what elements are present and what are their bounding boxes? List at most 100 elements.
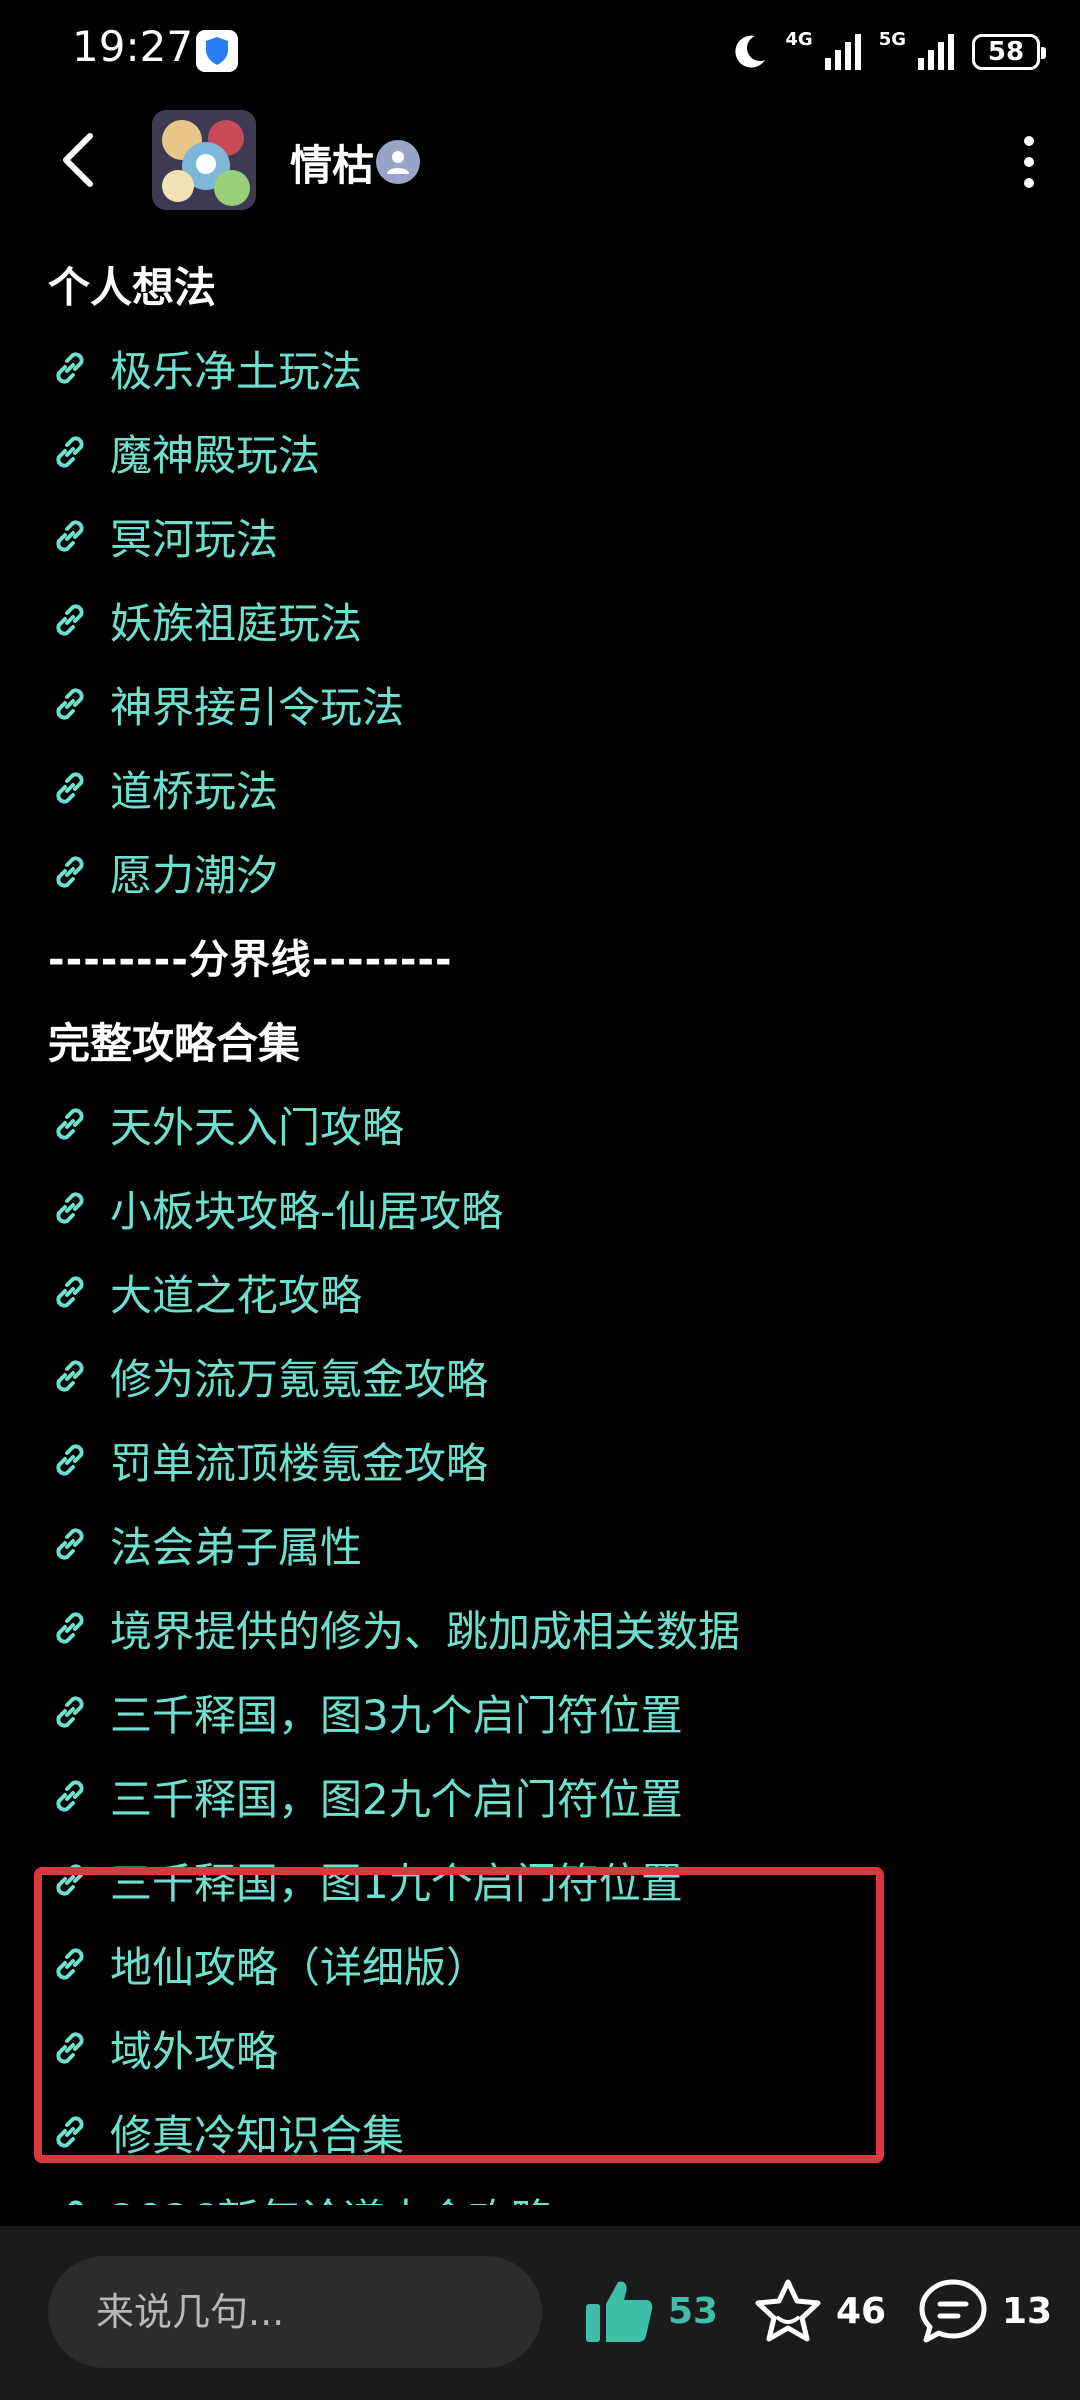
link-text[interactable]: 极乐净土玩法: [110, 338, 362, 399]
link-icon: [56, 688, 84, 720]
link-icon: [56, 604, 84, 636]
like-button[interactable]: 53: [584, 2266, 718, 2356]
link-item[interactable]: 三千释国，图1九个启门符位置: [48, 1838, 683, 1922]
shield-icon: [196, 30, 238, 72]
link-icon: [56, 2116, 84, 2148]
battery-icon: 58: [972, 34, 1046, 70]
link-text[interactable]: 2026新年论道大会攻略: [110, 2186, 553, 2206]
like-count: 53: [668, 2290, 719, 2332]
link-item[interactable]: 地仙攻略（详细版）: [48, 1922, 488, 2006]
link-item[interactable]: 大道之花攻略: [48, 1250, 362, 1334]
link-icon: [56, 2032, 84, 2064]
link-item[interactable]: 修真冷知识合集: [48, 2090, 404, 2174]
link-text[interactable]: 罚单流顶楼氪金攻略: [110, 1430, 488, 1491]
verified-badge-icon: [376, 140, 420, 184]
link-item[interactable]: 妖族祖庭玩法: [48, 578, 362, 662]
link-icon: [56, 436, 84, 468]
link-icon: [56, 1276, 84, 1308]
section-title-ideas: 个人想法: [48, 242, 216, 326]
status-icons: 4G 5G 58: [729, 24, 1046, 80]
favorite-button[interactable]: 46: [754, 2266, 886, 2356]
link-icon: [56, 1192, 84, 1224]
link-icon: [56, 1108, 84, 1140]
link-item[interactable]: 2026新年论道大会攻略: [48, 2174, 553, 2205]
comment-button[interactable]: 13: [918, 2266, 1052, 2356]
link-text[interactable]: 修为流万氪氪金攻略: [110, 1346, 488, 1407]
link-text[interactable]: 神界接引令玩法: [110, 674, 404, 735]
link-icon: [56, 1864, 84, 1896]
link-item[interactable]: 三千释国，图2九个启门符位置: [48, 1754, 683, 1838]
link-item[interactable]: 极乐净土玩法: [48, 326, 362, 410]
link-item[interactable]: 三千释国，图3九个启门符位置: [48, 1670, 683, 1754]
signal-icon: [824, 34, 861, 70]
link-icon: [56, 1780, 84, 1812]
more-dot-icon: [1024, 157, 1034, 167]
battery-level: 58: [987, 37, 1025, 67]
thumbs-up-icon: [586, 2281, 653, 2342]
link-icon: [56, 1948, 84, 1980]
link-icon: [56, 1360, 84, 1392]
link-text[interactable]: 三千释国，图2九个启门符位置: [110, 1766, 683, 1827]
link-item[interactable]: 魔神殿玩法: [48, 410, 320, 494]
link-item[interactable]: 小板块攻略-仙居攻略: [48, 1166, 503, 1250]
link-text[interactable]: 三千释国，图1九个启门符位置: [110, 1850, 683, 1911]
more-options-button[interactable]: [1014, 136, 1044, 188]
link-item[interactable]: 天外天入门攻略: [48, 1082, 404, 1166]
header: 情枯: [0, 110, 1080, 210]
link-icon: [56, 1696, 84, 1728]
link-icon: [56, 352, 84, 384]
link-item[interactable]: 修为流万氪氪金攻略: [48, 1334, 488, 1418]
network-label-4g: 4G: [785, 29, 813, 50]
moon-icon: [735, 35, 766, 68]
link-item[interactable]: 域外攻略: [48, 2006, 278, 2090]
link-text[interactable]: 三千释国，图3九个启门符位置: [110, 1682, 683, 1743]
section-heading: 个人想法: [48, 262, 217, 312]
favorite-count: 46: [836, 2290, 887, 2332]
link-text[interactable]: 天外天入门攻略: [110, 1094, 404, 1155]
link-item[interactable]: 道桥玩法: [48, 746, 278, 830]
back-arrow-icon: [63, 133, 93, 187]
link-item[interactable]: 境界提供的修为、跳加成相关数据: [48, 1586, 740, 1670]
link-text[interactable]: 小板块攻略-仙居攻略: [110, 1178, 503, 1239]
more-dot-icon: [1024, 136, 1034, 146]
divider: --------分界线--------: [48, 914, 453, 998]
signal-icon-2: [918, 34, 954, 70]
link-text[interactable]: 修真冷知识合集: [110, 2102, 404, 2163]
more-dot-icon: [1024, 178, 1034, 188]
comment-input[interactable]: [48, 2256, 542, 2368]
link-item[interactable]: 冥河玩法: [48, 494, 278, 578]
link-item[interactable]: 罚单流顶楼氪金攻略: [48, 1418, 488, 1502]
link-text[interactable]: 域外攻略: [110, 2018, 278, 2079]
link-text[interactable]: 法会弟子属性: [110, 1514, 362, 1575]
link-icon: [56, 772, 84, 804]
link-text[interactable]: 地仙攻略（详细版）: [110, 1934, 488, 1995]
divider-text: --------分界线--------: [48, 937, 453, 983]
star-icon: [755, 2279, 821, 2342]
user-name[interactable]: 情枯: [290, 132, 374, 193]
link-item[interactable]: 法会弟子属性: [48, 1502, 362, 1586]
status-bar: 19:27 4G 5G 58: [0, 0, 1080, 110]
status-time: 19:27: [72, 22, 194, 71]
link-item[interactable]: 神界接引令玩法: [48, 662, 404, 746]
link-icon: [56, 520, 84, 552]
link-icon: [56, 1528, 84, 1560]
link-icon: [56, 1444, 84, 1476]
avatar-image-icon: [152, 110, 256, 210]
network-label-5g: 5G: [878, 29, 906, 50]
link-icon: [68, 2200, 83, 2205]
link-text[interactable]: 魔神殿玩法: [110, 422, 320, 483]
comment-count: 13: [1002, 2290, 1053, 2332]
avatar[interactable]: [152, 110, 256, 210]
link-item[interactable]: 愿力潮汐: [48, 830, 278, 914]
link-text[interactable]: 大道之花攻略: [110, 1262, 362, 1323]
section-title-guides: 完整攻略合集: [48, 998, 300, 1082]
link-icon: [56, 1612, 84, 1644]
link-text[interactable]: 境界提供的修为、跳加成相关数据: [110, 1598, 740, 1659]
link-text[interactable]: 道桥玩法: [110, 758, 278, 819]
comment-icon: [919, 2279, 987, 2343]
link-text[interactable]: 冥河玩法: [110, 506, 278, 567]
link-text[interactable]: 愿力潮汐: [110, 842, 278, 903]
back-button[interactable]: [48, 126, 108, 194]
bottom-action-bar: 53 46 13: [0, 2226, 1080, 2400]
link-text[interactable]: 妖族祖庭玩法: [110, 590, 362, 651]
